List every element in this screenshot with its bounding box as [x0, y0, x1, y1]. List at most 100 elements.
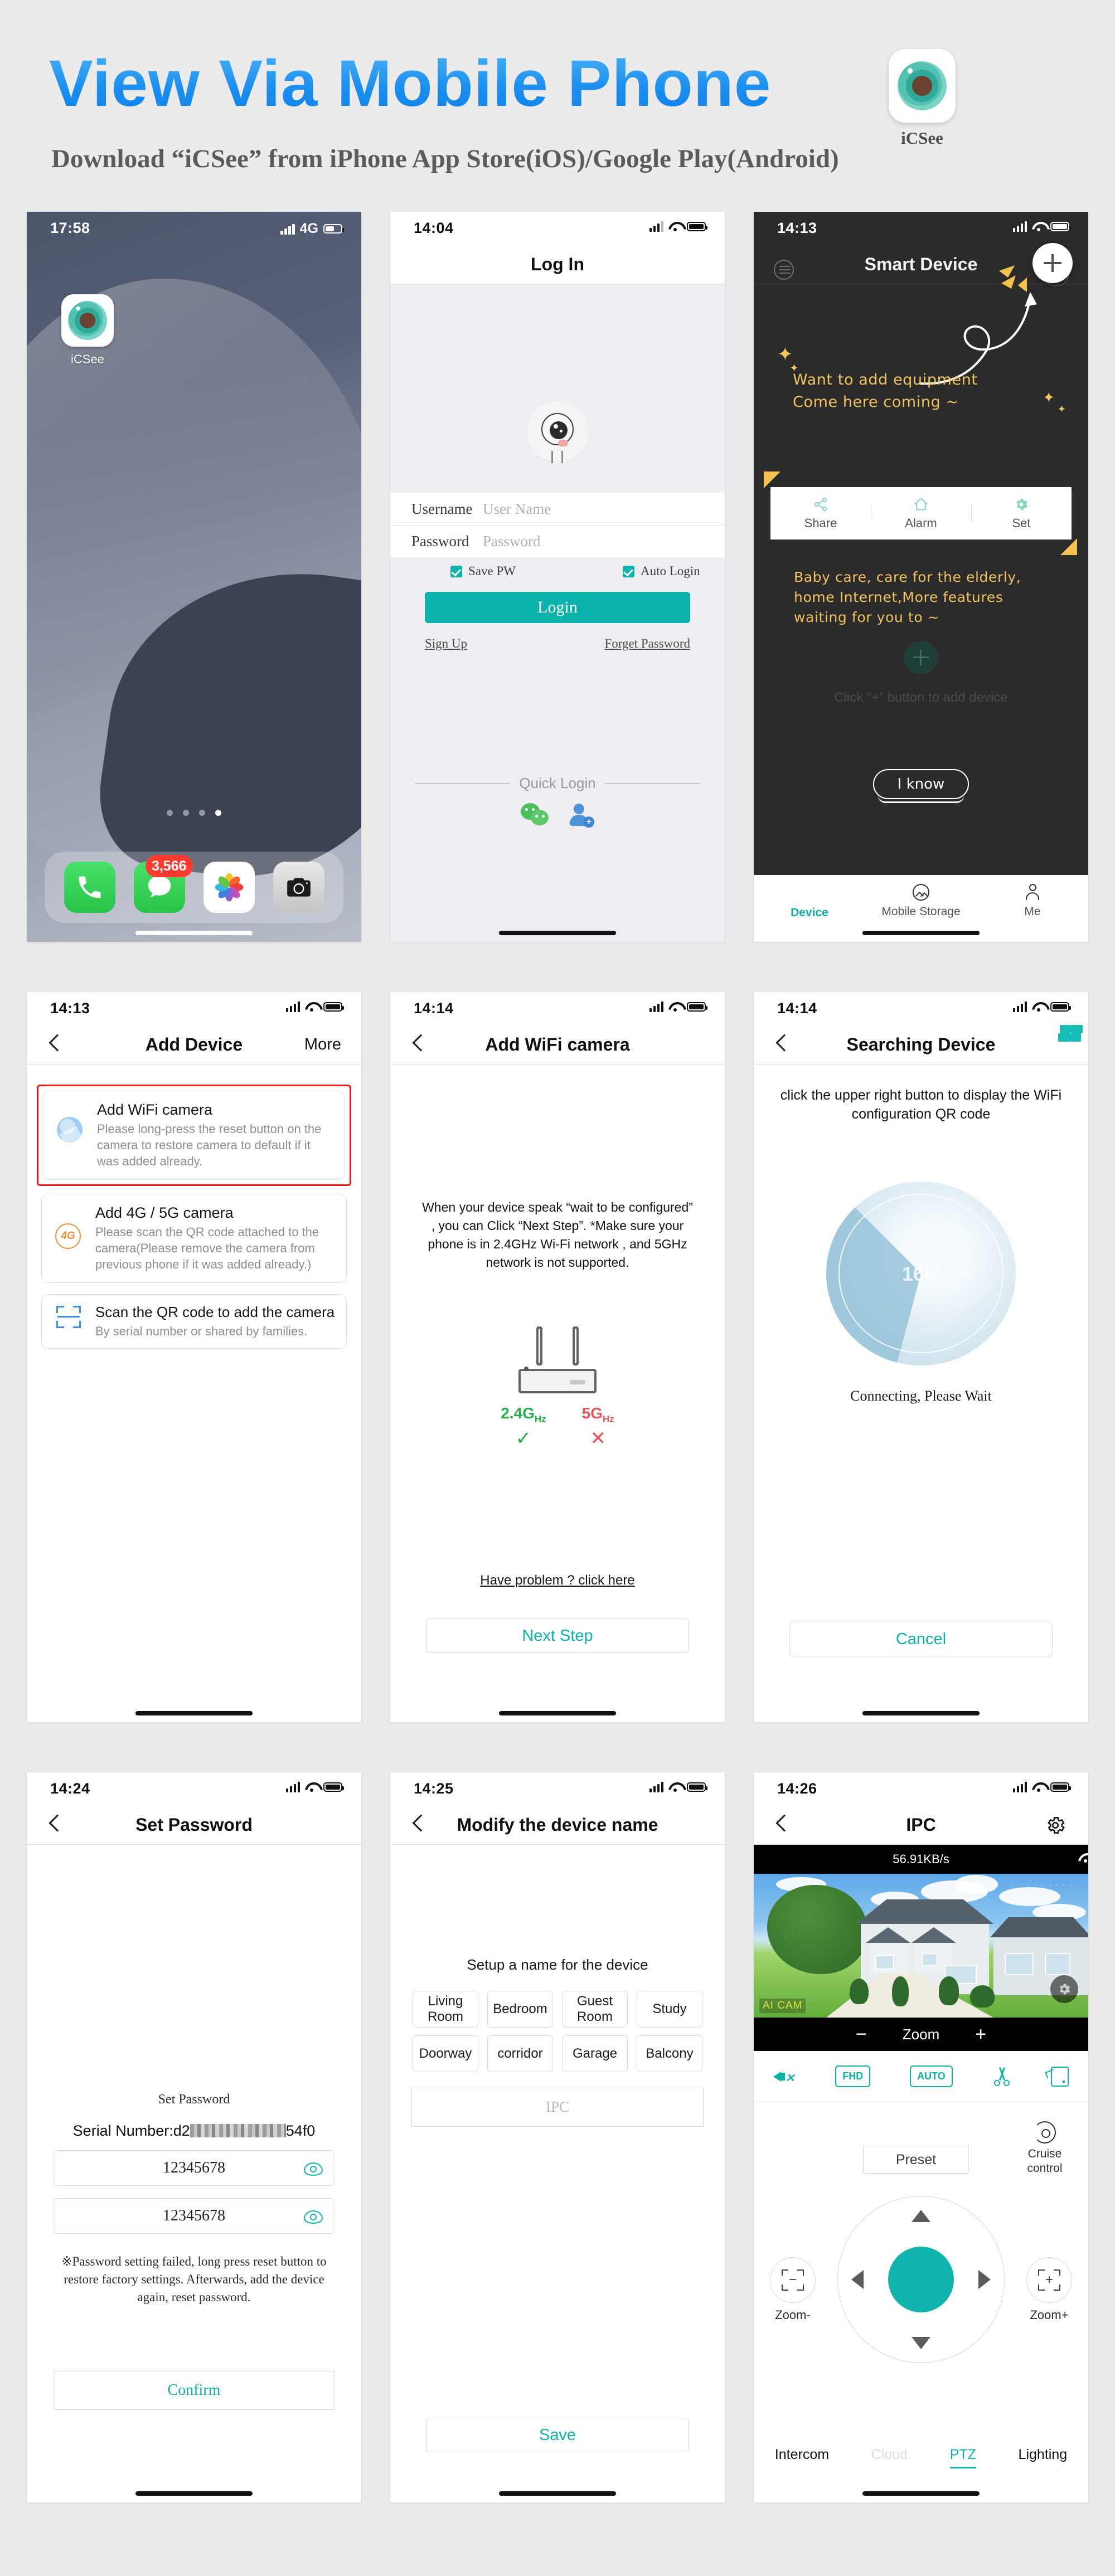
chip-guest-room[interactable]: Guest Room	[562, 1991, 628, 2028]
chip-living-room[interactable]: Living Room	[413, 1991, 478, 2028]
ptz-panel: Preset Cruise control − Zoom- + Zoom+	[754, 2102, 1088, 2436]
quality-auto-button[interactable]: AUTO	[910, 2065, 953, 2087]
cancel-button[interactable]: Cancel	[789, 1622, 1053, 1656]
battery-icon	[1050, 221, 1071, 231]
option-add-wifi-camera[interactable]: Add WiFi camera Please long-press the re…	[43, 1091, 345, 1180]
serial-redacted	[190, 2124, 286, 2137]
auto-login-checkbox[interactable]: Auto Login	[622, 564, 700, 579]
snapshot-icon[interactable]	[1050, 2066, 1069, 2087]
ptz-center-button[interactable]	[888, 2247, 954, 2312]
password-field-1[interactable]: 12345678	[54, 2150, 334, 2186]
app-badge: iCSee	[889, 49, 956, 148]
pan-right-button[interactable]	[978, 2270, 991, 2289]
zoom-out-button[interactable]: −	[856, 2025, 867, 2044]
option-add-4g-camera[interactable]: 4G Add 4G / 5G camera Please scan the QR…	[41, 1194, 347, 1283]
tab-mobile-storage-label: Mobile Storage	[881, 905, 961, 918]
home-indicator	[862, 1711, 980, 1715]
status-bar: 14:14	[754, 992, 1088, 1024]
option-scan-qr[interactable]: Scan the QR code to add the camera By se…	[41, 1294, 347, 1349]
nav-bar: Add WiFi camera	[390, 1024, 725, 1065]
settings-button[interactable]	[1045, 1815, 1066, 1836]
wechat-icon[interactable]	[521, 803, 550, 828]
confirm-button[interactable]: Confirm	[54, 2371, 334, 2410]
zoom-in-control[interactable]: + Zoom+	[1025, 2257, 1074, 2322]
username-input[interactable]: User Name	[483, 500, 551, 518]
password-label: Password	[411, 533, 469, 550]
eye-toggle-icon[interactable]	[304, 2162, 323, 2176]
eye-toggle-icon[interactable]	[304, 2210, 323, 2224]
device-name-input[interactable]: IPC	[411, 2087, 704, 2127]
ptz-dpad[interactable]	[837, 2196, 1005, 2363]
tab-me[interactable]: Me	[977, 875, 1088, 942]
photos-icon[interactable]	[203, 862, 255, 913]
share-action[interactable]: Share	[770, 497, 871, 531]
zoom-in-button[interactable]: +	[975, 2025, 986, 2044]
chip-bedroom[interactable]: Bedroom	[487, 1991, 553, 2028]
username-field[interactable]: Username User Name	[390, 493, 725, 525]
password-field[interactable]: Password Password	[390, 525, 725, 557]
add-device-placeholder-icon[interactable]	[904, 641, 938, 674]
screen-title: Modify the device name	[457, 1815, 658, 1835]
i-know-button[interactable]: I know	[873, 769, 969, 803]
quality-fhd-button[interactable]: FHD	[835, 2065, 871, 2087]
forget-password-link[interactable]: Forget Password	[604, 636, 690, 651]
set-action[interactable]: Set	[971, 497, 1072, 531]
highlight-box: Add WiFi camera Please long-press the re…	[37, 1085, 351, 1186]
add-device-spotlight-icon[interactable]	[1032, 243, 1073, 283]
cruise-control-button[interactable]: Cruise control	[1019, 2121, 1070, 2176]
page-title: View Via Mobile Phone	[49, 47, 772, 120]
mute-icon[interactable]: ✕	[773, 2068, 796, 2086]
menu-icon[interactable]	[774, 260, 794, 280]
password-warning: ※Password setting failed, long press res…	[61, 2254, 327, 2304]
hint-line-1: Want to add equipment	[793, 371, 978, 388]
phone-icon[interactable]	[64, 862, 115, 913]
camera-icon[interactable]	[273, 862, 324, 913]
tab-ptz[interactable]: PTZ	[949, 2447, 977, 2468]
password-input[interactable]: Password	[483, 533, 541, 550]
name-chip-grid: Living Room Bedroom Guest Room Study Doo…	[413, 1991, 702, 2072]
add-wifi-body: When your device speak “wait to be confi…	[390, 1065, 725, 1722]
chip-balcony[interactable]: Balcony	[637, 2035, 702, 2072]
qq-icon[interactable]: +	[569, 803, 594, 828]
status-bar: 14:13	[27, 992, 361, 1024]
set-label: Set	[1012, 516, 1031, 530]
section-title: Set Password	[158, 2092, 230, 2107]
more-button[interactable]: More	[304, 1036, 341, 1054]
scissors-icon[interactable]	[992, 2067, 1011, 2086]
alarm-action[interactable]: Alarm	[871, 497, 971, 531]
chip-garage[interactable]: Garage	[562, 2035, 628, 2072]
tab-cloud[interactable]: Cloud	[871, 2447, 908, 2468]
app-icon-icsee[interactable]: iCSee	[61, 294, 114, 367]
video-player[interactable]: 56.91KB/s . . . . . . . . . . AI CAM − Z…	[754, 1845, 1088, 2051]
tab-lighting[interactable]: Lighting	[1019, 2447, 1068, 2468]
chip-study[interactable]: Study	[637, 1991, 702, 2028]
screens-row-2: 14:13 Add Device More Add WiFi camera Pl…	[0, 992, 1115, 1772]
save-pw-checkbox[interactable]: Save PW	[450, 564, 516, 579]
have-problem-link[interactable]: Have problem ? click here	[390, 1573, 725, 1588]
freq-24-unit: Hz	[534, 1413, 546, 1425]
tab-device[interactable]: Device	[754, 875, 865, 942]
messages-icon[interactable]: 3,566	[133, 855, 193, 913]
floating-settings-icon[interactable]	[1050, 1975, 1078, 2003]
tab-intercom[interactable]: Intercom	[775, 2447, 829, 2468]
sign-up-link[interactable]: Sign Up	[425, 636, 467, 651]
password-field-2[interactable]: 12345678	[54, 2198, 334, 2234]
screen-title: Log In	[531, 254, 584, 274]
icsee-app-tile	[889, 49, 956, 123]
chip-corridor[interactable]: corridor	[487, 2035, 553, 2072]
login-button[interactable]: Login	[425, 592, 690, 623]
video-timestamp: . . . . . . . . . .	[1012, 1878, 1080, 1888]
save-button[interactable]: Save	[426, 2418, 689, 2452]
pan-up-button[interactable]	[912, 2210, 930, 2222]
status-time: 14:24	[50, 1780, 90, 1797]
pan-left-button[interactable]	[851, 2270, 864, 2289]
status-time: 14:04	[414, 220, 454, 236]
next-step-button[interactable]: Next Step	[426, 1618, 689, 1653]
page-dots[interactable]	[27, 810, 361, 816]
zoom-out-control[interactable]: − Zoom-	[768, 2257, 817, 2322]
pan-down-button[interactable]	[912, 2337, 930, 2349]
preset-button[interactable]: Preset	[863, 2146, 969, 2174]
serial-number: Serial Number:d2 54f0	[27, 2122, 361, 2140]
option-desc: Please scan the QR code attached to the …	[95, 1225, 319, 1271]
chip-doorway[interactable]: Doorway	[413, 2035, 478, 2072]
